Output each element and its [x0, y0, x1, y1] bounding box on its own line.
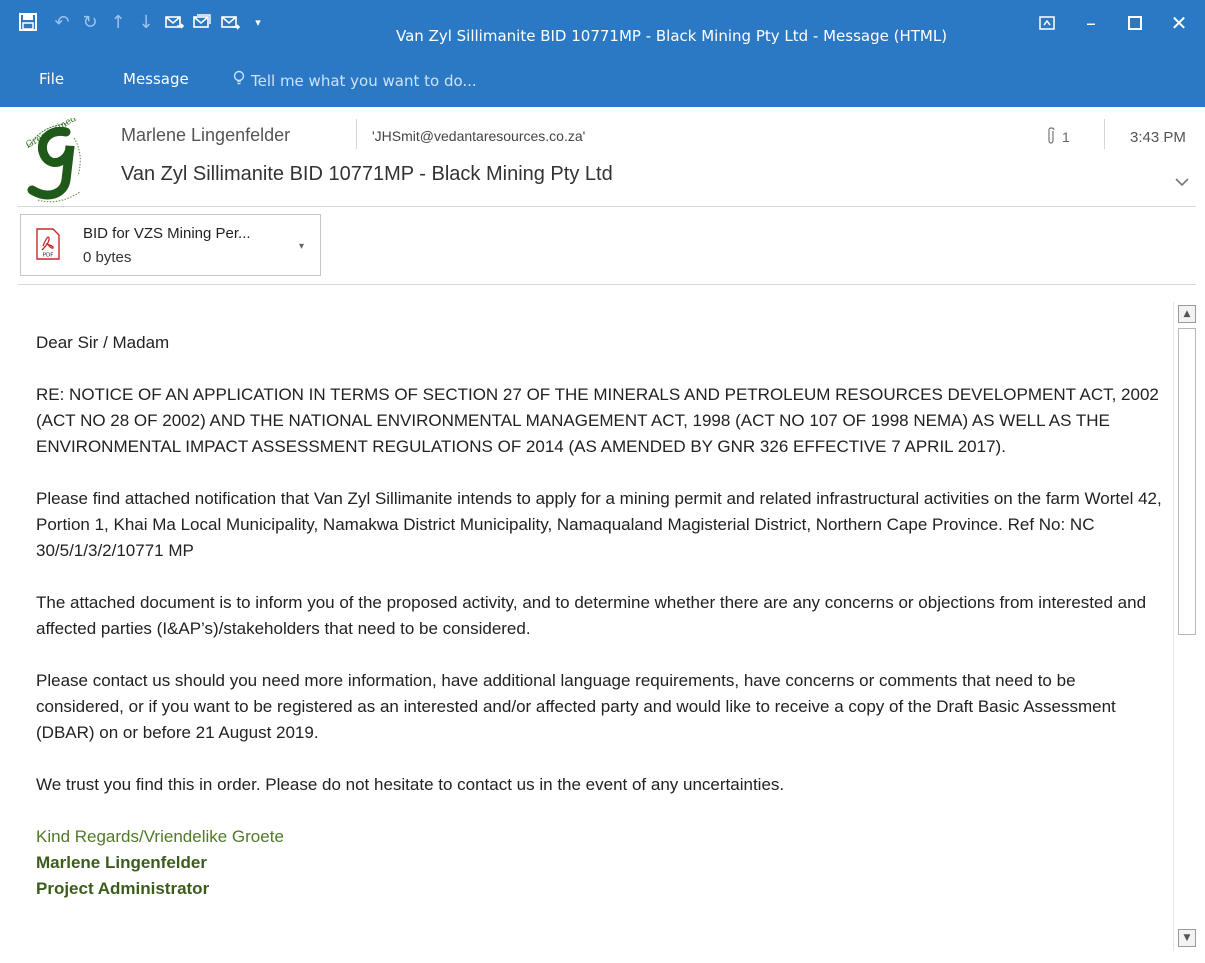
body-paragraph: RE: NOTICE OF AN APPLICATION IN TERMS OF…	[36, 385, 1159, 456]
body-paragraph: Please contact us should you need more i…	[36, 671, 1116, 742]
customize-dropdown-icon[interactable]: ▾	[244, 10, 272, 34]
recipient[interactable]: 'JHSmit@vedantaresources.co.za'	[372, 128, 585, 144]
signature-name: Marlene Lingenfelder	[36, 853, 207, 872]
sender-logo: Greenmined	[18, 114, 96, 204]
attachment-count: 1	[1046, 127, 1070, 148]
scroll-down-icon[interactable]: ▼	[1178, 929, 1196, 947]
signoff: Kind Regards/Vriendelike Groete	[36, 827, 284, 846]
message-body: Dear Sir / Madam RE: NOTICE OF AN APPLIC…	[36, 330, 1166, 902]
body-paragraph: Please find attached notification that V…	[36, 489, 1162, 560]
scroll-up-icon[interactable]: ▲	[1178, 305, 1196, 323]
vertical-scrollbar[interactable]: ▲ ▼	[1173, 302, 1198, 951]
scrollbar-thumb[interactable]	[1178, 328, 1196, 635]
received-time: 3:43 PM	[1130, 129, 1186, 146]
attachment-count-value: 1	[1062, 129, 1070, 145]
up-arrow-icon[interactable]: ↑	[104, 10, 132, 34]
attachment-separator	[18, 284, 1196, 285]
greeting: Dear Sir / Madam	[36, 333, 170, 352]
body-paragraph: We trust you find this in order. Please …	[36, 775, 785, 794]
pdf-file-icon: PDF	[36, 228, 60, 260]
sender-name[interactable]: Marlene Lingenfelder	[121, 125, 290, 146]
header-separator	[18, 206, 1196, 207]
signature: Kind Regards/Vriendelike Groete Marlene …	[36, 824, 1166, 902]
attachment-name: BID for VZS Mining Per...	[83, 225, 251, 242]
tab-file[interactable]: File	[39, 70, 64, 88]
quick-access-toolbar: ↶ ↻ ↑ ↓ ▾	[14, 10, 272, 34]
signature-title: Project Administrator	[36, 879, 210, 898]
header-divider	[356, 119, 357, 149]
minimize-icon[interactable]: –	[1069, 10, 1113, 36]
tell-me-text: Tell me what you want to do...	[251, 72, 477, 90]
ribbon-display-options-icon[interactable]	[1025, 10, 1069, 36]
attachment-dropdown-icon[interactable]: ▾	[299, 241, 304, 252]
forward-icon[interactable]	[216, 10, 244, 34]
down-arrow-icon[interactable]: ↓	[132, 10, 160, 34]
title-bar: ↶ ↻ ↑ ↓ ▾ Van Zyl Sillimanite BID 10771M…	[0, 0, 1205, 107]
window-controls: – ✕	[1025, 10, 1201, 36]
message-subject: Van Zyl Sillimanite BID 10771MP - Black …	[121, 163, 613, 185]
chevron-down-icon[interactable]	[1175, 175, 1189, 191]
body-paragraph: The attached document is to inform you o…	[36, 593, 1147, 638]
redo-icon[interactable]: ↻	[76, 10, 104, 34]
attachment-card[interactable]: PDF BID for VZS Mining Per... 0 bytes ▾	[20, 214, 321, 276]
tab-message[interactable]: Message	[123, 70, 189, 88]
close-icon[interactable]: ✕	[1157, 10, 1201, 36]
maximize-icon[interactable]	[1113, 10, 1157, 36]
lightbulb-icon	[233, 70, 245, 90]
save-icon[interactable]	[14, 10, 42, 34]
reply-icon[interactable]	[160, 10, 188, 34]
svg-text:PDF: PDF	[43, 253, 54, 259]
window-title: Van Zyl Sillimanite BID 10771MP - Black …	[396, 27, 948, 45]
paperclip-icon	[1046, 127, 1056, 148]
undo-icon[interactable]: ↶	[48, 10, 76, 34]
header-divider-right	[1104, 119, 1105, 149]
tell-me-search[interactable]: Tell me what you want to do...	[233, 70, 477, 90]
attachment-size: 0 bytes	[83, 249, 132, 266]
reply-all-icon[interactable]	[188, 10, 216, 34]
